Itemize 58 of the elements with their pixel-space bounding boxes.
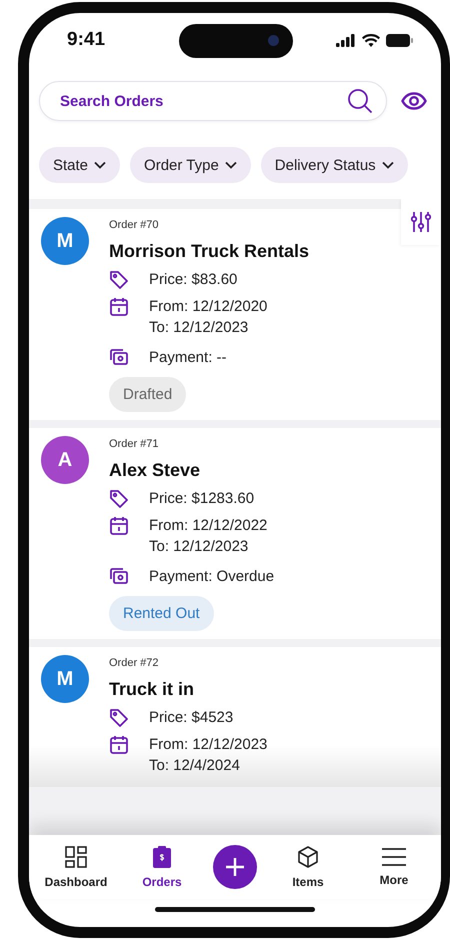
chevron-down-icon [94, 161, 106, 169]
order-card[interactable]: M Order #70 Morrison Truck Rentals Price: $83.60 From: 12/12/2020 To: 12/12/2023 Payment: -- Drafted [29, 209, 441, 420]
filter-dropdown[interactable]: Order Type [130, 147, 251, 183]
tag-icon [109, 708, 129, 728]
menu-icon [381, 847, 407, 867]
calendar-icon [109, 297, 129, 317]
nav-tab[interactable]: Items [273, 845, 343, 889]
order-number: Order #72 [109, 657, 160, 669]
customer-name: Truck it in [109, 679, 196, 700]
price-text: Price: $1283.60 [149, 489, 254, 509]
order-number: Order #70 [109, 219, 160, 231]
tag-icon [109, 270, 129, 290]
filter-dropdown[interactable]: State [39, 147, 120, 183]
add-button[interactable] [213, 845, 257, 889]
from-date: From: 12/12/2022 [149, 516, 268, 536]
calendar-icon [109, 735, 129, 755]
nav-tab[interactable]: More [359, 847, 429, 887]
to-date: To: 12/4/2024 [149, 756, 241, 776]
nav-tab[interactable]: Orders [127, 845, 197, 889]
plus-icon [225, 857, 245, 877]
dashboard-grid-icon [64, 845, 88, 869]
filter-sliders-button[interactable] [401, 199, 441, 245]
customer-name: Morrison Truck Rentals [109, 241, 310, 262]
eye-icon[interactable] [401, 92, 427, 110]
price-text: Price: $4523 [149, 708, 234, 728]
order-number: Order #71 [109, 438, 160, 450]
from-date: From: 12/12/2023 [149, 735, 268, 755]
payment-text: Payment: -- [149, 348, 227, 368]
order-card[interactable]: A Order #71 Alex Steve Price: $1283.60 From: 12/12/2022 To: 12/12/2023 Payment: Overdue Rented Out [29, 428, 441, 639]
avatar: M [41, 655, 89, 703]
from-date: From: 12/12/2020 [149, 297, 268, 317]
search-field[interactable]: Search Orders [39, 81, 387, 121]
order-card[interactable]: M Order #72 Truck it in Price: $4523 From: 12/12/2023 To: 12/4/2024 [29, 647, 441, 787]
status-chip: Drafted [109, 377, 186, 412]
tag-icon [109, 489, 129, 509]
battery-icon [386, 34, 413, 46]
status-chip: Rented Out [109, 596, 214, 631]
customer-name: Alex Steve [109, 460, 202, 481]
cube-icon [296, 845, 320, 869]
cash-icon [109, 348, 129, 366]
sliders-icon [411, 211, 431, 233]
clipboard-dollar-icon [152, 845, 172, 869]
chevron-down-icon [224, 161, 237, 169]
signal-icon [336, 34, 356, 46]
price-text: Price: $83.60 [149, 270, 238, 290]
to-date: To: 12/12/2023 [149, 537, 250, 557]
payment-text: Payment: Overdue [149, 567, 274, 587]
filter-dropdown[interactable]: Delivery Status [260, 147, 408, 183]
to-date: To: 12/12/2023 [149, 318, 250, 338]
chevron-down-icon [382, 161, 394, 169]
avatar: A [41, 436, 89, 484]
cash-icon [109, 567, 129, 585]
status-time: 9:41 [67, 29, 106, 51]
nav-tab[interactable]: Dashboard [41, 845, 111, 889]
calendar-icon [109, 516, 129, 536]
wifi-icon [362, 34, 380, 46]
search-icon [347, 88, 373, 114]
avatar: M [41, 217, 89, 265]
